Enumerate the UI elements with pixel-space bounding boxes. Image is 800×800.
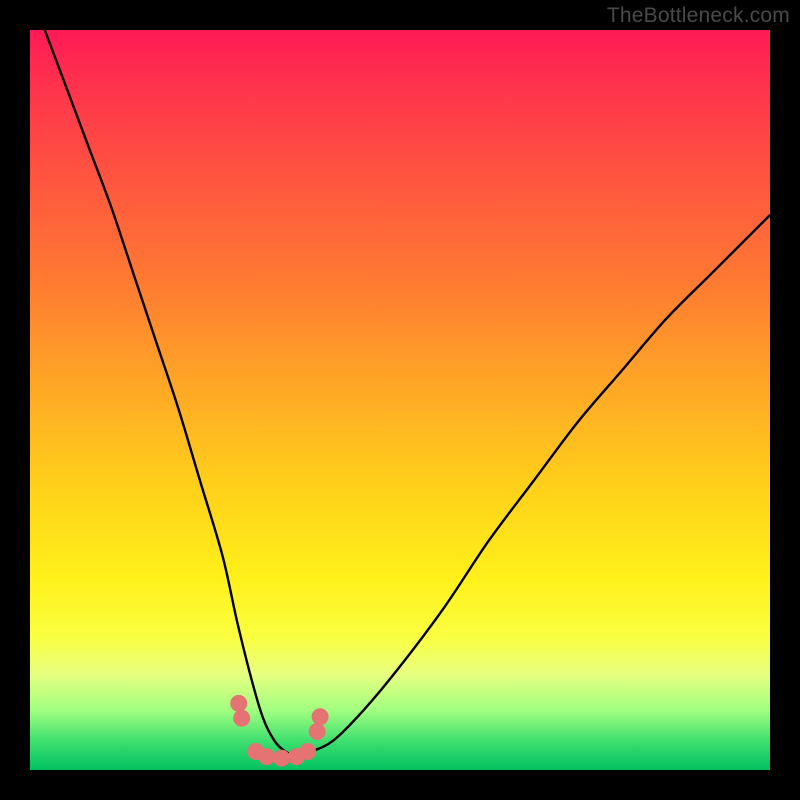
marker-dot — [299, 743, 316, 760]
watermark-label: TheBottleneck.com — [607, 4, 790, 28]
bottleneck-curve-svg — [30, 30, 770, 770]
bottleneck-curve — [45, 30, 770, 755]
marker-dot — [233, 710, 250, 727]
plot-area — [30, 30, 770, 770]
marker-dot — [273, 750, 290, 767]
chart-frame: TheBottleneck.com — [0, 0, 800, 800]
marker-dots-group — [230, 695, 328, 767]
marker-dot — [258, 748, 275, 765]
marker-dot — [309, 723, 326, 740]
marker-dot — [230, 695, 247, 712]
marker-dot — [312, 708, 329, 725]
